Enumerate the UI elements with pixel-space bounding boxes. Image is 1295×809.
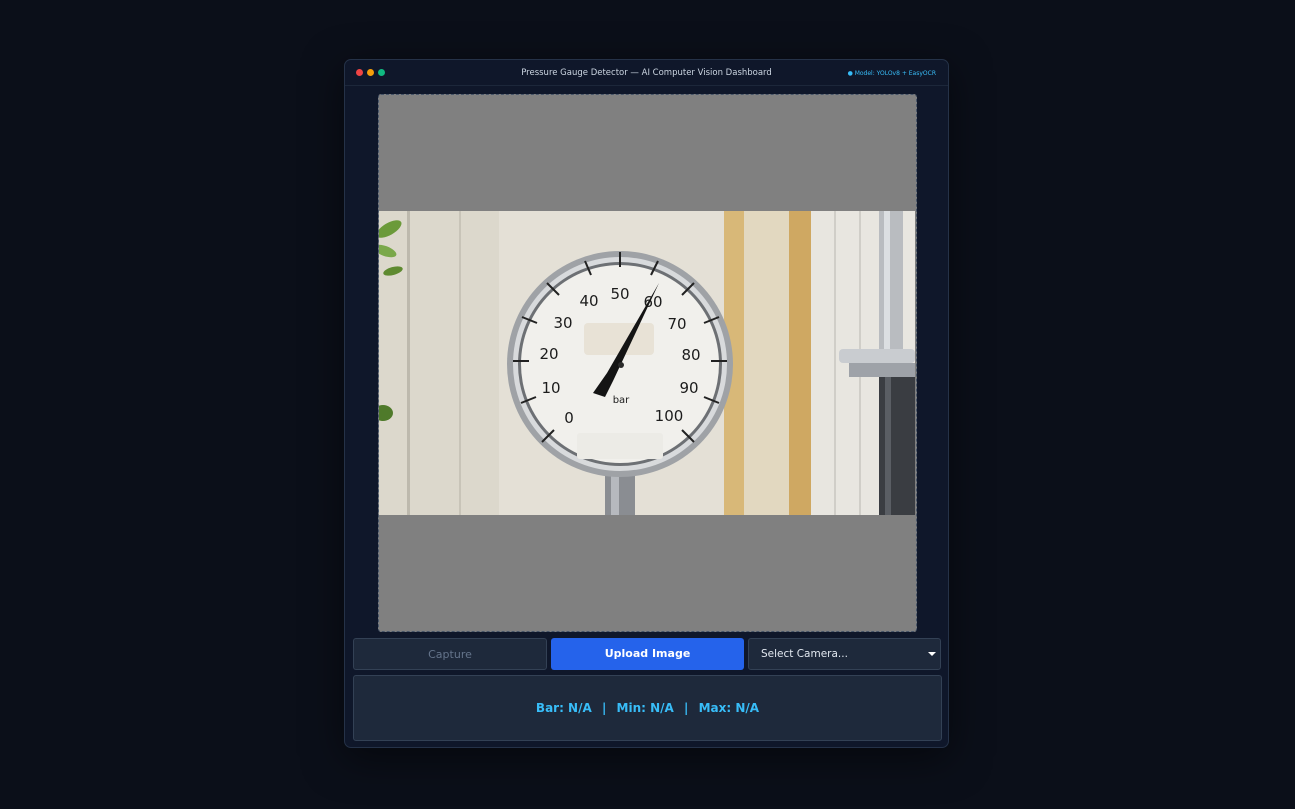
min-reading: Min: N/A	[616, 701, 674, 715]
dial-label-0: 0	[564, 409, 574, 427]
dial-label-100: 100	[655, 407, 684, 425]
bar-reading: Bar: N/A	[535, 701, 592, 715]
max-reading: Max: N/A	[698, 701, 760, 715]
dial-label-50: 50	[610, 285, 629, 303]
title-bar: Pressure Gauge Detector — AI Computer Vi…	[345, 60, 948, 86]
gauge-photo: 0 10 20 30 40 50 60 70 80 90 100 bar	[379, 211, 915, 515]
upload-image-button[interactable]: Upload Image	[551, 638, 744, 670]
readout-separator: |	[684, 701, 689, 715]
readout-separator: |	[601, 701, 607, 715]
dial-label-20: 20	[539, 345, 558, 363]
camera-select[interactable]: Select Camera...	[748, 638, 941, 670]
app-window: Pressure Gauge Detector — AI Computer Vi…	[344, 59, 949, 748]
dial-unit: bar	[613, 395, 630, 406]
control-bar: Capture Upload Image Select Camera...	[353, 638, 941, 670]
dial-label-90: 90	[679, 379, 698, 397]
dial-label-80: 80	[681, 346, 700, 364]
camera-select-value: Select Camera...	[761, 648, 848, 660]
capture-button[interactable]: Capture	[353, 638, 547, 670]
model-status: ● Model: YOLOv8 + EasyOCR	[847, 70, 936, 77]
reading-panel: Bar: N/A | Min: N/A | Max: N/A	[353, 675, 942, 741]
chevron-down-icon	[928, 652, 936, 656]
dial-label-30: 30	[553, 314, 572, 332]
dial-label-10: 10	[541, 379, 560, 397]
image-viewport[interactable]: 0 10 20 30 40 50 60 70 80 90 100 bar	[378, 94, 917, 632]
dial-label-40: 40	[579, 292, 598, 310]
dial-label-70: 70	[667, 315, 686, 333]
